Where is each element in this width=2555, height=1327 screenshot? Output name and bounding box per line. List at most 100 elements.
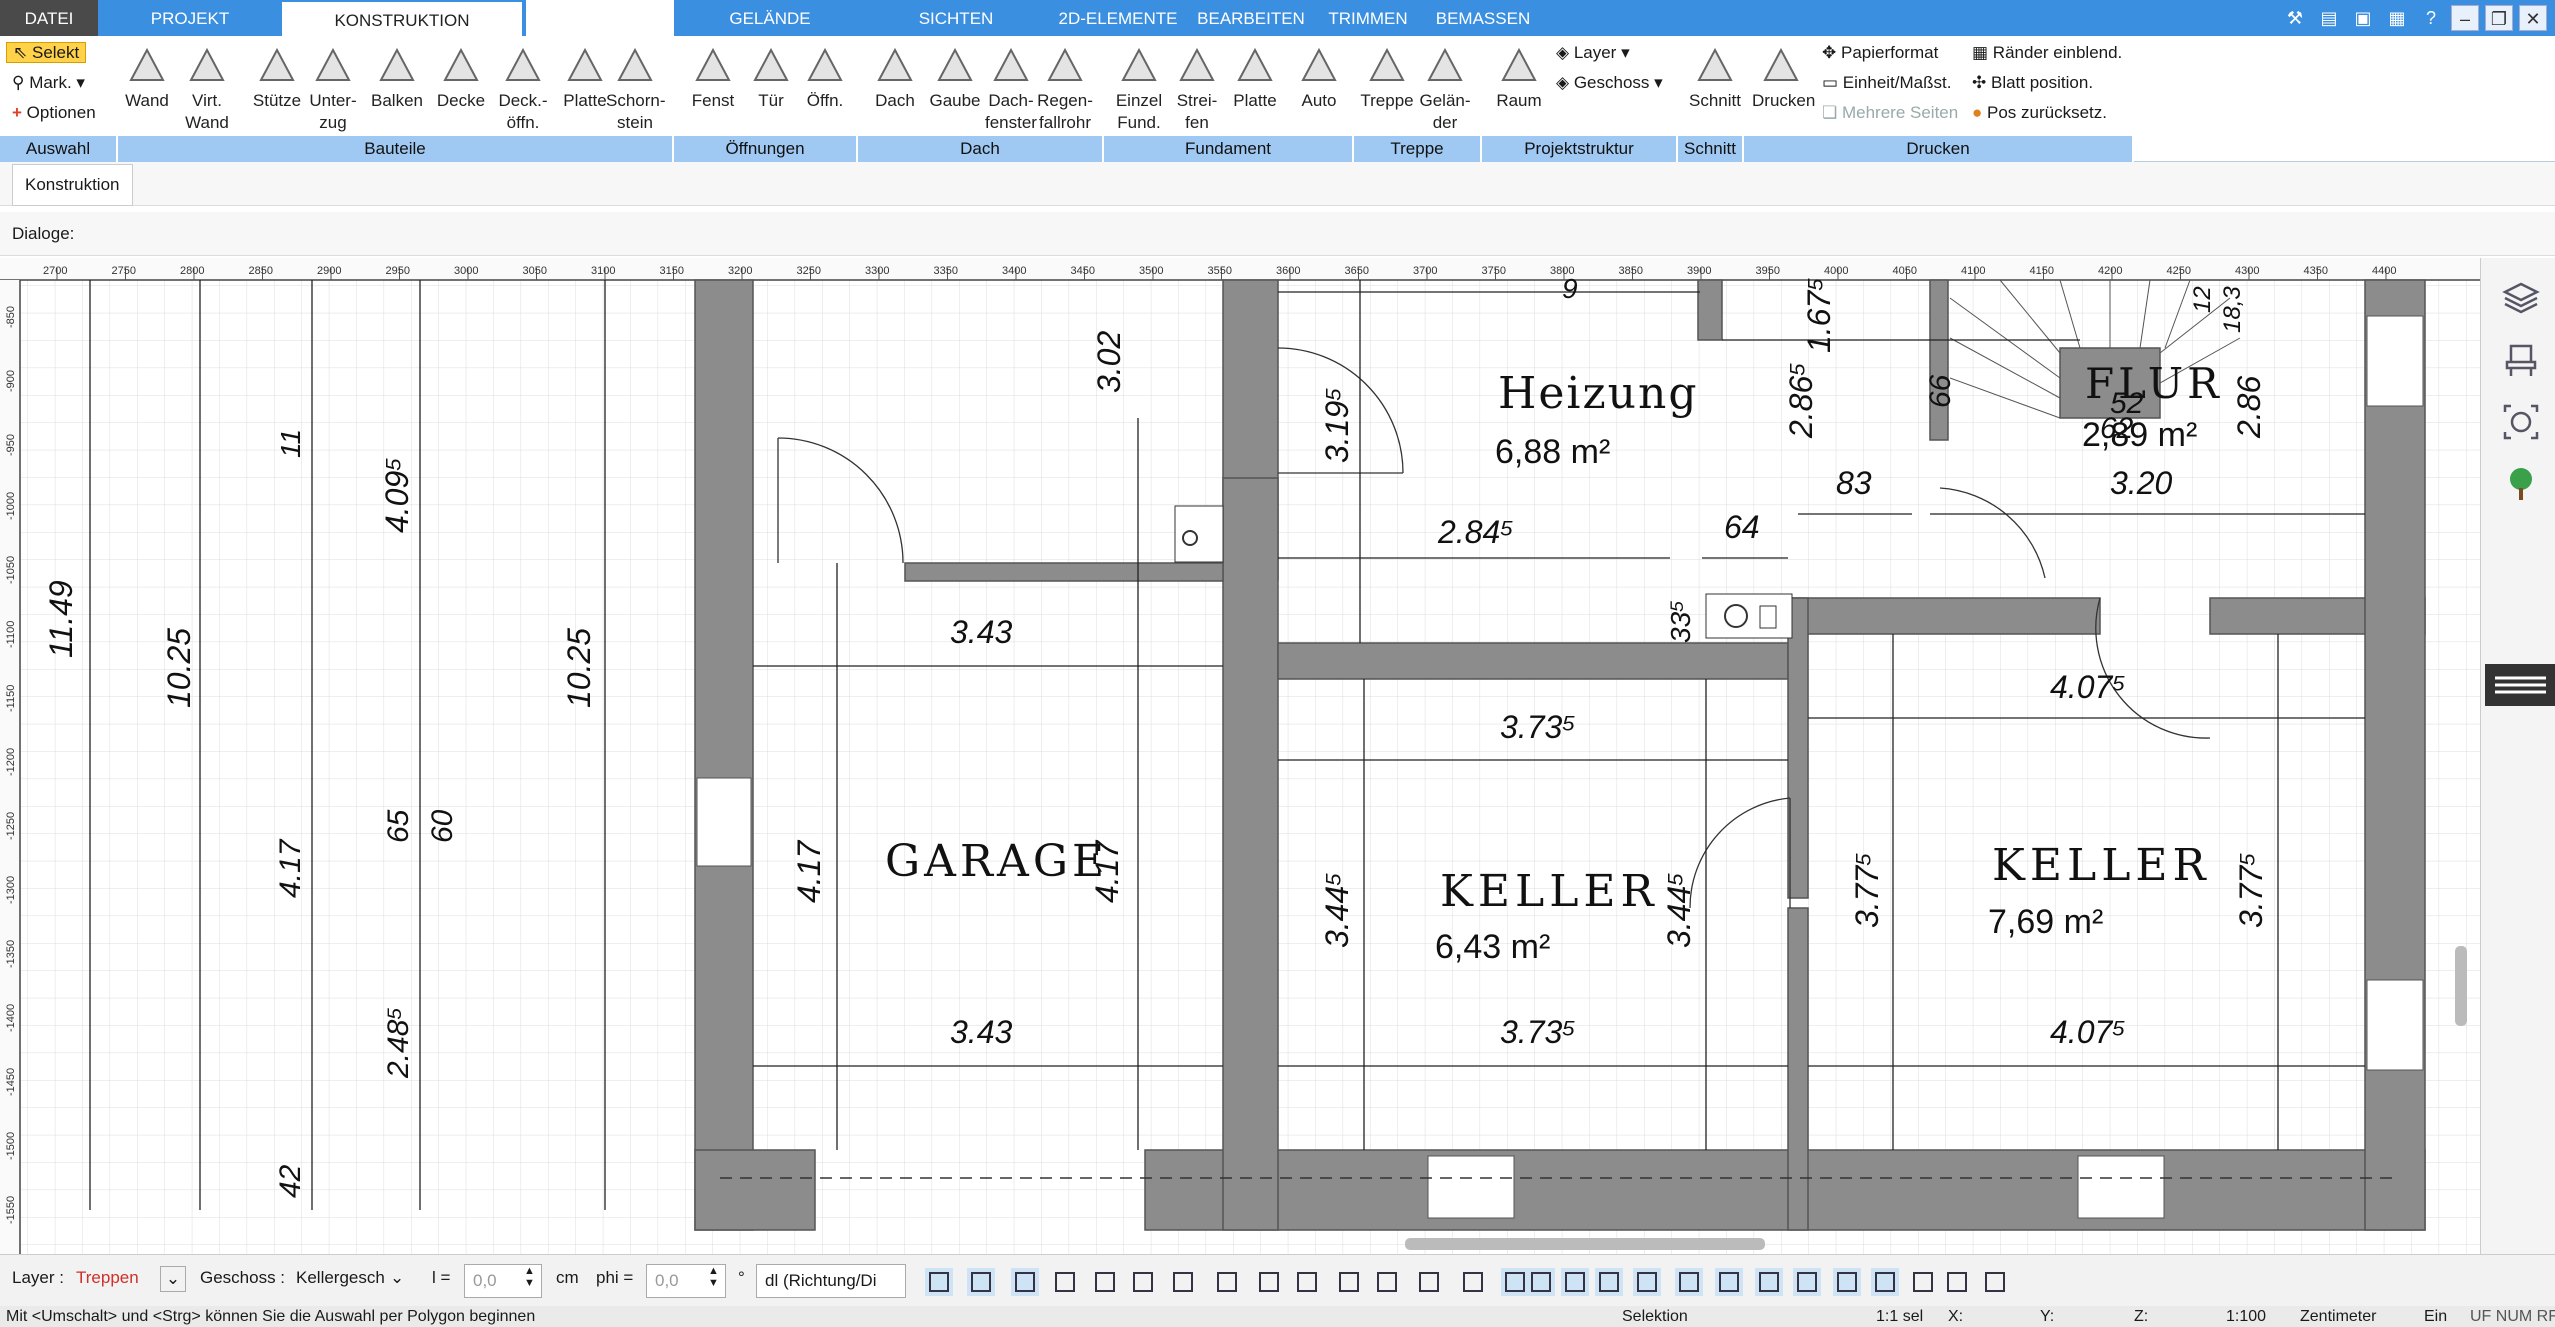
toolbar-tool-icon[interactable] <box>1594 1267 1624 1297</box>
toolbar-tool-icon[interactable] <box>1168 1267 1198 1297</box>
ribbon-button-5[interactable]: Decke <box>432 40 490 112</box>
toolbar-tool-icon[interactable] <box>1942 1267 1972 1297</box>
ribbon-button-23[interactable]: Schnitt <box>1686 40 1744 112</box>
tab-bearbeiten[interactable]: BEARBEITEN <box>1196 0 1306 36</box>
tab-konstruktion-context[interactable]: Konstruktion <box>12 164 133 206</box>
ruler-label: 3000 <box>454 265 478 277</box>
ribbon-button-19[interactable]: Auto <box>1290 40 1348 112</box>
ribbon-button-16[interactable]: Einzel Fund. <box>1110 40 1168 134</box>
ribbon-button-24[interactable]: Drucken <box>1752 40 1815 112</box>
ribbon-button-8[interactable]: Schorn-stein <box>606 40 666 134</box>
toolbar-tool-icon[interactable] <box>924 1267 954 1297</box>
mark-button[interactable]: ⚲ Mark. ▾ <box>12 68 85 98</box>
papierformat-button[interactable]: ✥ Papierformat <box>1822 38 1938 68</box>
toolbar-tool-icon[interactable] <box>1560 1267 1590 1297</box>
geschoss-option-value[interactable]: Kellergesch <box>296 1268 385 1288</box>
window-icon[interactable]: ▣ <box>2349 5 2377 31</box>
ribbon-button-12[interactable]: Dach <box>866 40 924 112</box>
toolbar-tool-icon[interactable] <box>1010 1267 1040 1297</box>
object-panel-icon[interactable] <box>2501 402 2541 442</box>
einheit-button[interactable]: ▭ Einheit/Maßst. <box>1822 68 1951 98</box>
toolbar-tool-icon[interactable] <box>1908 1267 1938 1297</box>
furniture-panel-icon[interactable] <box>2501 340 2541 380</box>
ribbon-button-17[interactable]: Strei-fen <box>1168 40 1226 134</box>
toolbar-tool-icon[interactable] <box>1754 1267 1784 1297</box>
geschoss-dropdown-arrow[interactable]: ⌄ <box>390 1268 404 1288</box>
toolbar-tool-icon[interactable] <box>1526 1267 1556 1297</box>
hamburger-menu-button[interactable] <box>2485 664 2555 706</box>
mehrere-seiten-button[interactable]: ❏ Mehrere Seiten <box>1822 98 1958 128</box>
toolbar-tool-icon[interactable] <box>1870 1267 1900 1297</box>
folder-icon[interactable]: ▤ <box>2315 5 2343 31</box>
layer-dropdown[interactable]: ◈ Layer ▾ <box>1556 38 1630 68</box>
mark-icon: ⚲ <box>12 73 25 92</box>
tab-2d-elemente[interactable]: 2D-ELEMENTE <box>1050 0 1186 36</box>
tree-icon[interactable] <box>2501 464 2541 504</box>
toolbar-tool-icon[interactable] <box>1674 1267 1704 1297</box>
geschoss-dropdown[interactable]: ◈ Geschoss ▾ <box>1556 68 1663 98</box>
toolbar-tool-icon[interactable] <box>1632 1267 1662 1297</box>
ribbon-button-9[interactable]: Fenst <box>684 40 742 112</box>
ribbon-button-14[interactable]: Dach-fenster <box>982 40 1040 134</box>
close-button[interactable]: ✕ <box>2519 5 2547 31</box>
layers-panel-icon[interactable] <box>2501 278 2541 318</box>
toolbar-tool-icon[interactable] <box>1792 1267 1822 1297</box>
ribbon-button-22[interactable]: Raum <box>1490 40 1548 112</box>
vertical-scrollbar[interactable] <box>2455 946 2467 1026</box>
ribbon-button-4[interactable]: Balken <box>368 40 426 112</box>
ribbon-button-15[interactable]: Regen-fallrohr <box>1036 40 1094 134</box>
restore-button[interactable]: ❐ <box>2485 5 2513 31</box>
phi-stepper[interactable]: ▲ ▼ <box>708 1265 719 1289</box>
tab-blank[interactable] <box>526 0 674 36</box>
toolbar-tool-icon[interactable] <box>966 1267 996 1297</box>
selekt-button[interactable]: ⇖ Selekt <box>6 38 87 68</box>
ribbon-button-11[interactable]: Öffn. <box>796 40 854 112</box>
toolbar-tool-icon[interactable] <box>1832 1267 1862 1297</box>
direction-dropdown[interactable]: dl (Richtung/Di <box>756 1264 906 1298</box>
floor-plan-drawing[interactable]: 2700 2750 2800 2850 2900 2950 3000 3050 3100 3150… <box>0 258 2480 1254</box>
toolbar-tool-icon[interactable] <box>1980 1267 2010 1297</box>
minimize-button[interactable]: – <box>2451 5 2479 31</box>
ribbon-button-6[interactable]: Deck.- öffn. <box>494 40 552 134</box>
toolbar-tool-icon[interactable] <box>1090 1267 1120 1297</box>
layer-dropdown-arrow[interactable]: ⌄ <box>160 1266 186 1292</box>
toolbar-tool-icon[interactable] <box>1254 1267 1284 1297</box>
tab-sichten[interactable]: SICHTEN <box>900 0 1012 36</box>
tab-trimmen[interactable]: TRIMMEN <box>1318 0 1418 36</box>
tab-gelaende[interactable]: GELÄNDE <box>700 0 840 36</box>
toolbar-tool-icon[interactable] <box>1714 1267 1744 1297</box>
ribbon-button-21[interactable]: Gelän-der <box>1416 40 1474 134</box>
layer-option-value[interactable]: Treppen <box>76 1268 139 1288</box>
save-icon[interactable]: ▦ <box>2383 5 2411 31</box>
ribbon-button-20[interactable]: Treppe <box>1358 40 1416 112</box>
ribbon-button-1[interactable]: Virt. Wand <box>178 40 236 134</box>
toolbar-tool-icon[interactable] <box>1372 1267 1402 1297</box>
tools-icon[interactable]: ⚒ <box>2281 5 2309 31</box>
toolbar-tool-icon[interactable] <box>1050 1267 1080 1297</box>
pos-zuruecksetzen-button[interactable]: ● Pos zurücksetz. <box>1972 98 2107 128</box>
tab-datei[interactable]: DATEI <box>0 0 98 36</box>
horizontal-scrollbar[interactable] <box>1405 1238 1765 1250</box>
length-stepper[interactable]: ▲ ▼ <box>524 1265 535 1289</box>
toolbar-tool-icon[interactable] <box>1128 1267 1158 1297</box>
drawing-canvas[interactable]: 2700 2750 2800 2850 2900 2950 3000 3050 3100 3150… <box>0 258 2480 1254</box>
vruler-label: -1500 <box>5 1132 17 1160</box>
optionen-button[interactable]: + Optionen <box>12 98 96 128</box>
blatt-button[interactable]: ✣ Blatt position. <box>1972 68 2093 98</box>
toolbar-tool-icon[interactable] <box>1292 1267 1322 1297</box>
raender-button[interactable]: ▦ Ränder einblend. <box>1972 38 2122 68</box>
toolbar-tool-icon[interactable] <box>1212 1267 1242 1297</box>
tab-konstruktion[interactable]: KONSTRUKTION <box>282 0 522 36</box>
ribbon-button-3[interactable]: Unter-zug <box>304 40 362 134</box>
ribbon-button-18[interactable]: Platte <box>1226 40 1284 112</box>
ribbon-button-13[interactable]: Gaube <box>926 40 984 112</box>
toolbar-tool-icon[interactable] <box>1414 1267 1444 1297</box>
help-icon[interactable]: ? <box>2417 5 2445 31</box>
ribbon-button-10[interactable]: Tür <box>742 40 800 112</box>
tab-projekt[interactable]: PROJEKT <box>130 0 250 36</box>
tab-bemassen[interactable]: BEMASSEN <box>1428 0 1538 36</box>
ribbon-button-0[interactable]: Wand <box>118 40 176 112</box>
toolbar-tool-icon[interactable] <box>1334 1267 1364 1297</box>
toolbar-tool-icon[interactable] <box>1458 1267 1488 1297</box>
ribbon-button-2[interactable]: Stütze <box>248 40 306 112</box>
